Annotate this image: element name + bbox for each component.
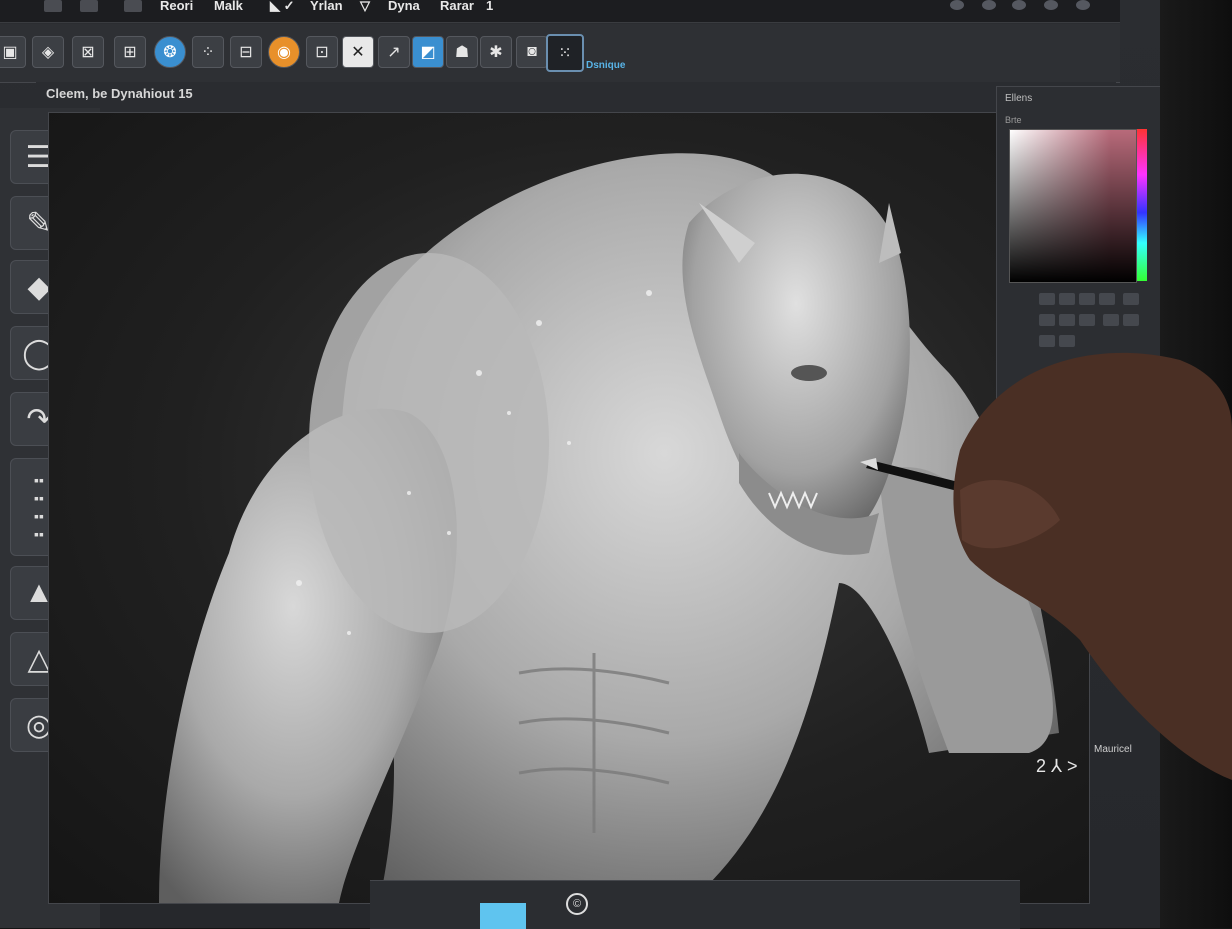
toolbar: ▣ ◈ ⊠ ⊞ ❂ ⁘ ⊟ ◉ ⊡ ✕ ↗ ◩ ☗ ✱ ◙ ⁙ Dsnique	[0, 24, 1120, 83]
orange-brush-icon[interactable]: ◉	[268, 36, 300, 68]
select-icon[interactable]: ▣	[0, 36, 26, 68]
menu-item-rarar[interactable]: Rarar	[440, 0, 474, 20]
menu-item-count: 1	[486, 0, 494, 13]
panel-title: Ellens	[1005, 93, 1033, 104]
layer-icon[interactable]: ◙	[516, 36, 548, 68]
status-tag: Mauricel	[1094, 744, 1132, 755]
menu-item-dropdown[interactable]: ▽	[360, 0, 370, 20]
color-panel: Ellens Brte	[996, 86, 1166, 418]
mesh-icon[interactable]: ⊞	[114, 36, 146, 68]
hue-slider[interactable]	[1137, 129, 1147, 281]
pen-icon[interactable]: ✕	[342, 36, 374, 68]
swatch[interactable]	[1079, 314, 1095, 326]
menu-bar: Reori Malk ◣ ✓ Yrlan ▽ Dyna Rarar 1	[0, 0, 1120, 23]
file-icon[interactable]	[80, 0, 98, 12]
share-icon[interactable]	[1044, 0, 1058, 10]
move-icon[interactable]: ☗	[446, 36, 478, 68]
menu-item-arrow[interactable]: ◣ ✓	[270, 0, 295, 20]
dots-icon[interactable]: ⁘	[192, 36, 224, 68]
sculpted-creature-model	[159, 153, 1059, 903]
settings-icon[interactable]	[1012, 0, 1026, 10]
swatch-grid	[1037, 291, 1149, 354]
menu-item-dyna[interactable]: Dyna	[388, 0, 420, 20]
swatch[interactable]	[1059, 314, 1075, 326]
frame-icon[interactable]: ⊡	[306, 36, 338, 68]
app-icon[interactable]	[44, 0, 62, 12]
copyright-icon[interactable]: ©	[566, 893, 588, 915]
blue-icon[interactable]: ◩	[412, 36, 444, 68]
toolbar-label: Dsnique	[586, 60, 626, 71]
swatch[interactable]	[1059, 335, 1075, 347]
sculpt-viewport[interactable]	[48, 112, 1090, 904]
menu-item-malk[interactable]: Malk	[214, 0, 243, 20]
rotate-icon[interactable]: ◈	[32, 36, 64, 68]
scale-icon[interactable]: ⊠	[72, 36, 104, 68]
stroke-icon[interactable]: ↗	[378, 36, 410, 68]
grid-icon[interactable]: ⊟	[230, 36, 262, 68]
panel-button[interactable]	[1045, 371, 1145, 387]
bottom-bar: ©	[370, 880, 1020, 929]
document-title-bar: Cleem, be Dynahiout 15	[36, 82, 1116, 106]
swatch[interactable]	[1123, 293, 1140, 305]
monitor-bezel	[1160, 0, 1232, 928]
menu-item-reori[interactable]: Reori	[160, 0, 193, 20]
swatch[interactable]	[1039, 335, 1055, 347]
swatch[interactable]	[1039, 314, 1055, 326]
dots-active-icon[interactable]: ⁙	[546, 34, 584, 72]
drop-icon[interactable]: ❂	[154, 36, 186, 68]
menu-item-yrlan[interactable]: Yrlan	[310, 0, 343, 20]
minimize-icon[interactable]	[950, 0, 964, 10]
restore-icon[interactable]	[982, 0, 996, 10]
swatch[interactable]	[1103, 314, 1120, 326]
active-color-swatch[interactable]	[480, 903, 526, 929]
edit-icon[interactable]	[124, 0, 142, 12]
paint-icon[interactable]: ✱	[480, 36, 512, 68]
swatch[interactable]	[1123, 314, 1140, 326]
close-icon[interactable]	[1076, 0, 1090, 10]
zoom-readout: 2 ⅄ >	[1036, 756, 1078, 776]
swatch[interactable]	[1079, 293, 1095, 305]
swatch[interactable]	[1099, 293, 1115, 305]
swatch[interactable]	[1059, 293, 1075, 305]
screen: Reori Malk ◣ ✓ Yrlan ▽ Dyna Rarar 1 ▣ ◈ …	[0, 0, 1232, 929]
panel-subtitle: Brte	[1005, 115, 1022, 125]
document-title: Cleem, be Dynahiout 15	[46, 86, 193, 101]
color-picker[interactable]	[1009, 129, 1137, 283]
swatch[interactable]	[1039, 293, 1055, 305]
